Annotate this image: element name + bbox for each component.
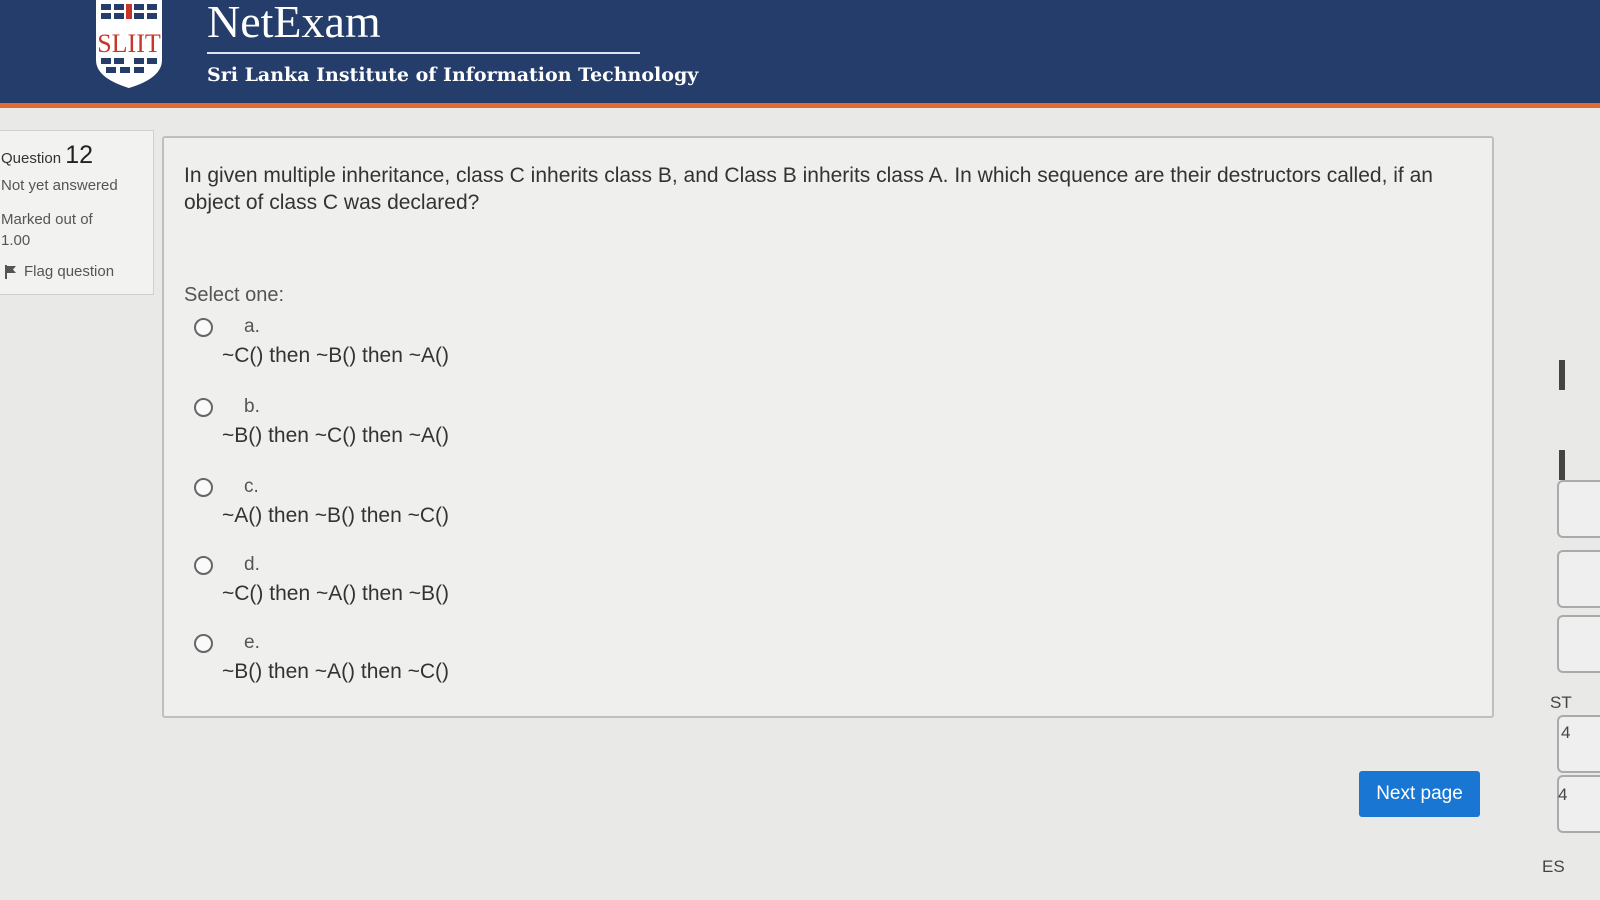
question-state: Not yet answered [1, 177, 118, 194]
option-d[interactable]: d. ~C() then ~A() then ~B() [194, 552, 594, 618]
question-info-panel: Question 12 Not yet answered Marked out … [0, 130, 154, 295]
edge-text: 4 [1558, 785, 1568, 804]
option-text: ~C() then ~B() then ~A() [222, 344, 450, 367]
nav-button-fragment[interactable] [1557, 615, 1600, 673]
radio-button[interactable] [194, 634, 213, 653]
question-number-label: Question 12 [1, 141, 93, 170]
option-a[interactable]: a. ~C() then ~B() then ~A() [194, 314, 594, 380]
option-text: ~B() then ~A() then ~C() [222, 660, 450, 683]
radio-button[interactable] [194, 398, 213, 417]
option-text: ~B() then ~C() then ~A() [222, 424, 450, 447]
nav-button-fragment[interactable] [1557, 480, 1600, 538]
brand-title: NetExam [207, 0, 381, 47]
radio-button[interactable] [194, 478, 213, 497]
flag-question-label: Flag question [24, 263, 115, 280]
option-letter: d. [244, 554, 260, 575]
nav-marker [1559, 450, 1565, 480]
option-text: ~A() then ~B() then ~C() [222, 504, 450, 527]
next-page-button[interactable]: Next page [1359, 771, 1480, 817]
option-letter: c. [244, 476, 259, 497]
radio-button[interactable] [194, 556, 213, 575]
brand: NetExam Sri Lanka Institute of Informati… [207, 0, 698, 86]
question-number: 12 [65, 141, 94, 169]
sliit-logo: SLIIT [96, 0, 162, 88]
question-grade: Marked out of 1.00 [1, 211, 93, 249]
nav-button-fragment[interactable] [1557, 550, 1600, 608]
edge-text: 4 [1561, 723, 1571, 742]
question-label: Question [1, 150, 62, 167]
option-c[interactable]: c. ~A() then ~B() then ~C() [194, 474, 594, 540]
question-panel: In given multiple inheritance, class C i… [162, 136, 1494, 718]
option-letter: e. [244, 632, 260, 653]
brand-divider [207, 52, 640, 54]
nav-marker [1559, 360, 1565, 390]
radio-button[interactable] [194, 318, 213, 337]
brand-subtitle: Sri Lanka Institute of Information Techn… [207, 64, 699, 86]
question-text: In given multiple inheritance, class C i… [184, 164, 1433, 214]
site-header: SLIIT NetExam Sri Lanka Institute of Inf… [0, 0, 1600, 108]
option-letter: b. [244, 396, 260, 417]
edge-text: ST [1550, 693, 1572, 712]
option-letter: a. [244, 316, 260, 337]
option-text: ~C() then ~A() then ~B() [222, 582, 450, 605]
flag-icon [5, 264, 16, 279]
option-b[interactable]: b. ~B() then ~C() then ~A() [194, 394, 594, 460]
option-e[interactable]: e. ~B() then ~A() then ~C() [194, 630, 594, 696]
edge-text: ES [1542, 857, 1565, 876]
svg-text:SLIIT: SLIIT [97, 29, 161, 58]
flag-question-link[interactable]: Flag question [4, 263, 114, 280]
quiz-navigation-fragment: ST 4 4 ES [1542, 130, 1600, 900]
select-one-prompt: Select one: [184, 284, 285, 306]
